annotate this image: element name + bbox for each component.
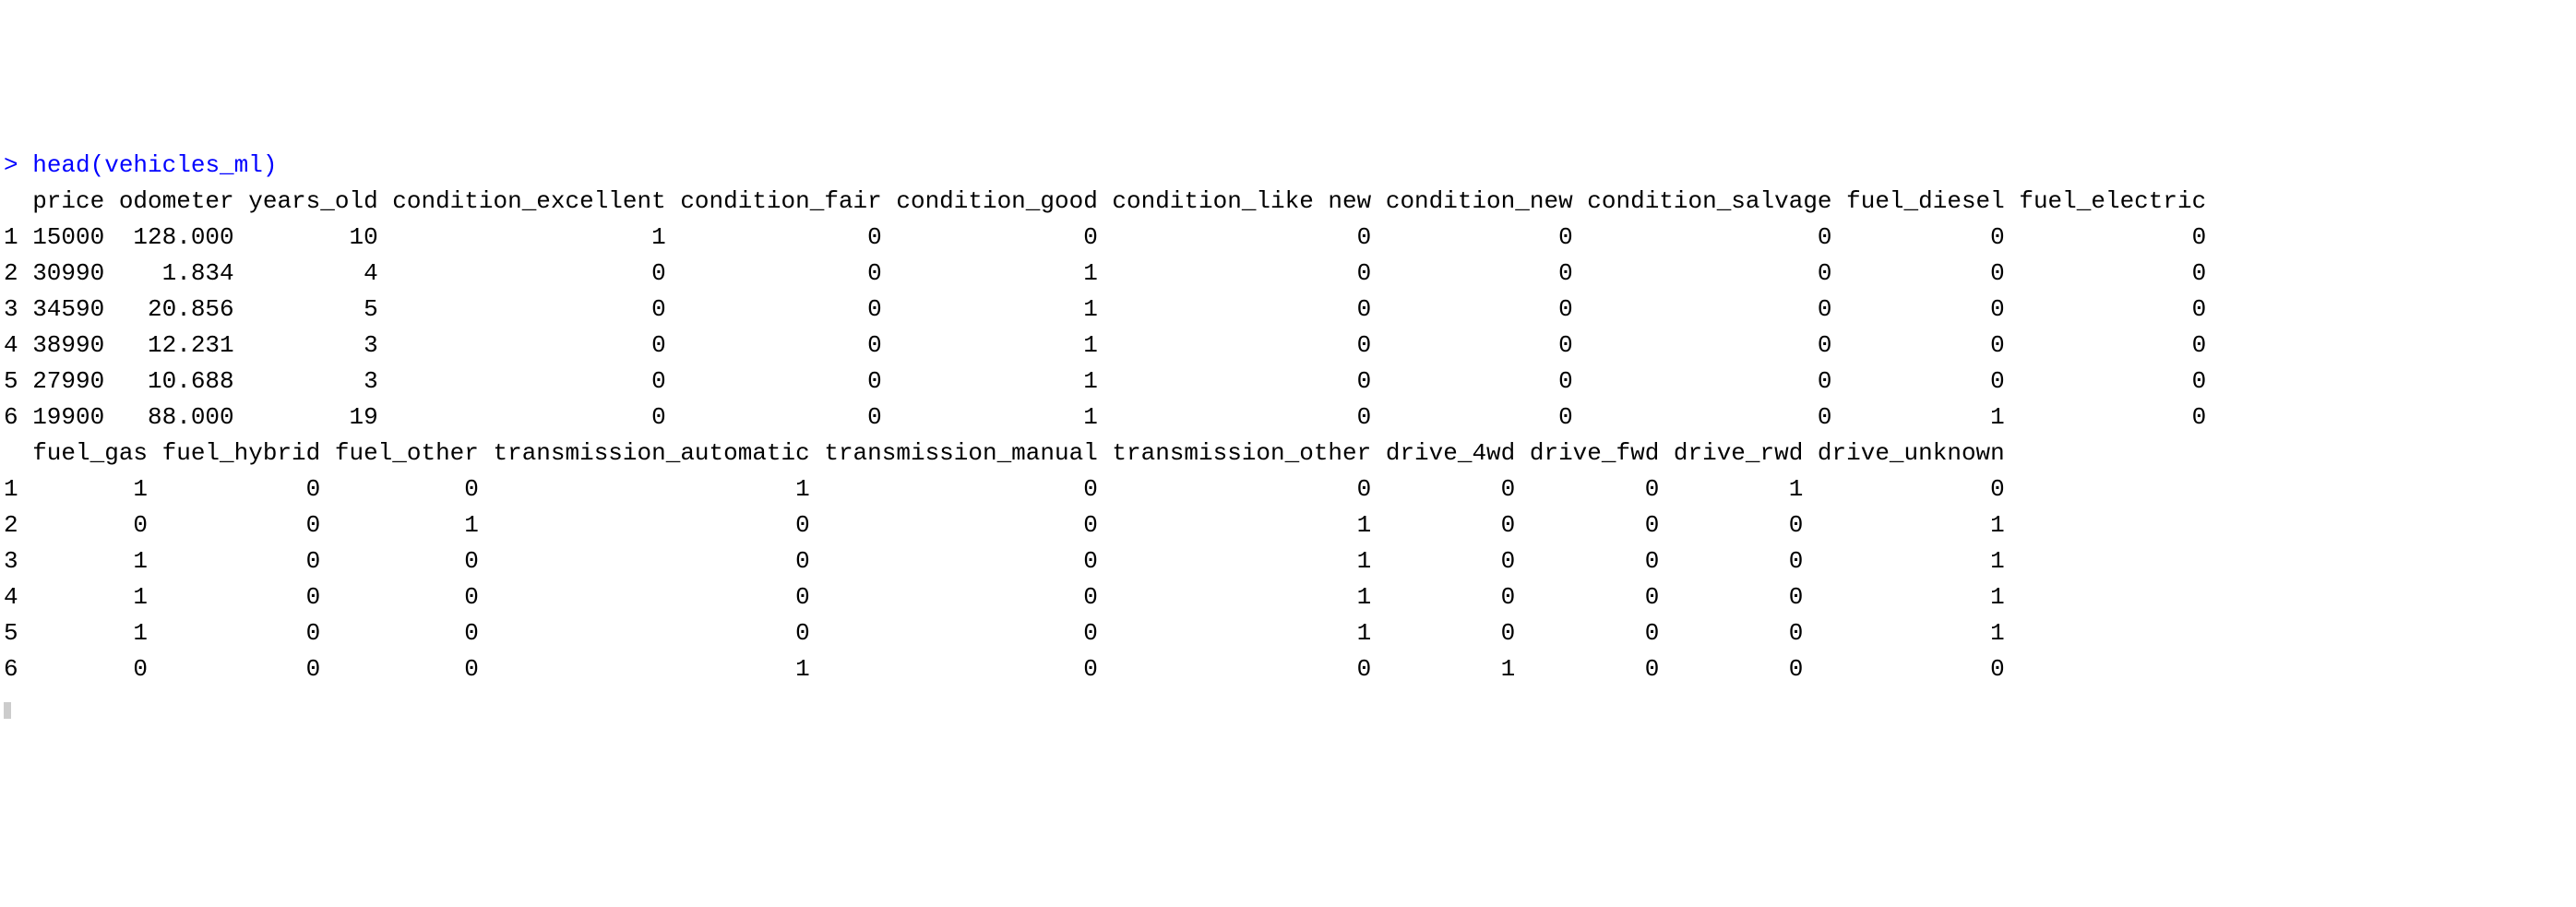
table2-row: 5 1 0 0 0 0 1 0 0 0 1: [4, 619, 2005, 647]
table1-row: 5 27990 10.688 3 0 0 1 0 0 0 0 0: [4, 367, 2206, 395]
table1-row: 1 15000 128.000 10 1 0 0 0 0 0 0 0: [4, 223, 2206, 251]
table1-header: price odometer years_old condition_excel…: [4, 187, 2206, 215]
table2-row: 1 1 0 0 1 0 0 0 0 1 0: [4, 475, 2005, 503]
table1-row: 6 19900 88.000 19 0 0 1 0 0 0 1 0: [4, 403, 2206, 431]
console-command: head(vehicles_ml): [32, 151, 277, 179]
table1-row: 3 34590 20.856 5 0 0 1 0 0 0 0 0: [4, 295, 2206, 323]
table2-row: 4 1 0 0 0 0 1 0 0 0 1: [4, 583, 2005, 611]
table2-row: 6 0 0 0 1 0 0 1 0 0 0: [4, 655, 2005, 683]
table2-row: 2 0 0 1 0 0 1 0 0 0 1: [4, 511, 2005, 539]
table2-header: fuel_gas fuel_hybrid fuel_other transmis…: [4, 439, 2005, 467]
table1-row: 4 38990 12.231 3 0 0 1 0 0 0 0 0: [4, 331, 2206, 359]
table2-row: 3 1 0 0 0 0 1 0 0 0 1: [4, 547, 2005, 575]
r-console-output: > head(vehicles_ml) price odometer years…: [4, 148, 2572, 723]
console-prompt: >: [4, 151, 32, 179]
table1-row: 2 30990 1.834 4 0 0 1 0 0 0 0 0: [4, 259, 2206, 287]
cursor-icon: [4, 702, 11, 719]
